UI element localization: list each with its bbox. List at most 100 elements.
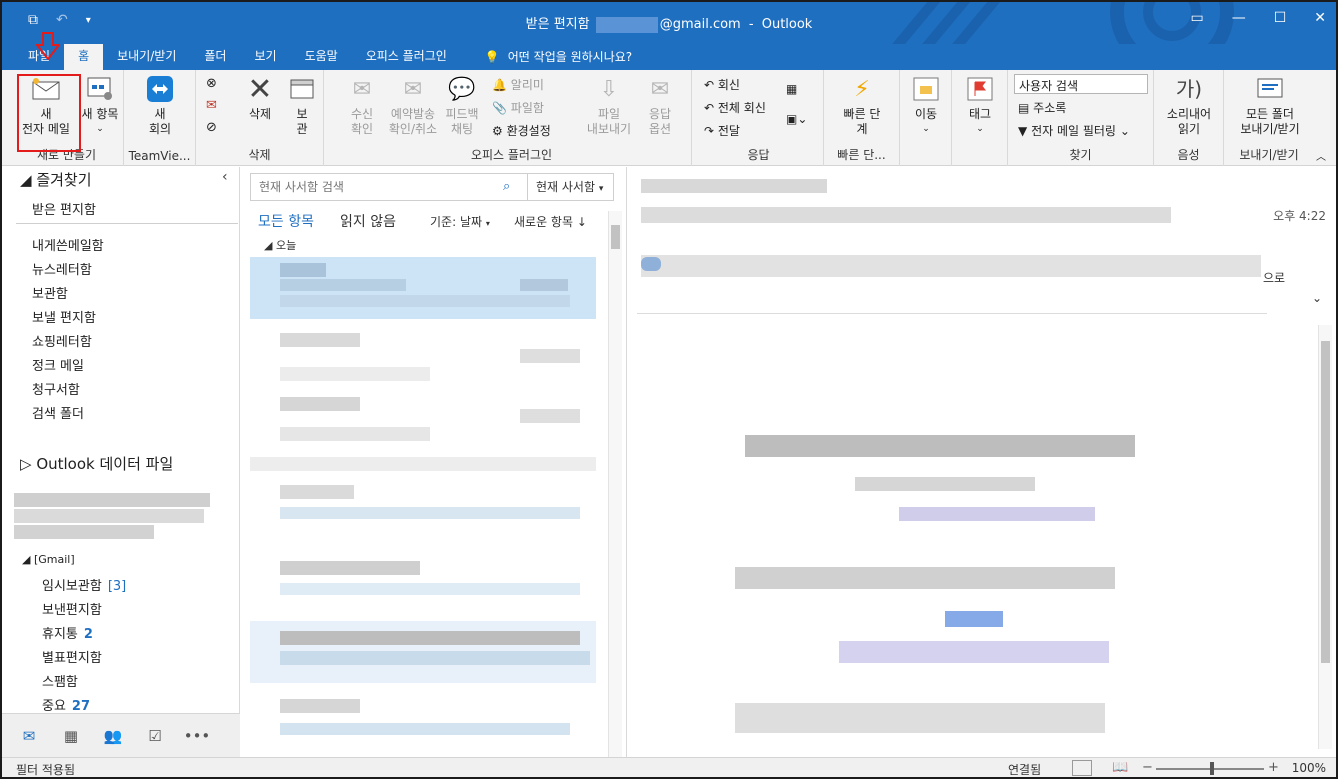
zoom-in-icon[interactable]: +: [1268, 760, 1279, 775]
ribbon-display-icon[interactable]: ▭: [1190, 10, 1203, 26]
collapse-ribbon-icon[interactable]: ︿: [1316, 148, 1326, 163]
reply-options-button[interactable]: ✉ 응답 옵션: [636, 74, 684, 137]
mail-icon[interactable]: ✉: [8, 727, 50, 745]
scroll-thumb[interactable]: [1321, 341, 1330, 663]
receipt-button[interactable]: ✉ 수신 확인: [340, 74, 384, 137]
folder-item[interactable]: 보관함: [32, 283, 68, 302]
folder-item[interactable]: 청구서함: [32, 379, 80, 398]
outlook-data-file[interactable]: ▷ Outlook 데이터 파일: [20, 453, 173, 474]
new-items-button[interactable]: 새 항목 ⌄: [78, 74, 122, 137]
new-meeting-label-1: 새: [154, 107, 166, 121]
attach-box-button[interactable]: 📎 파일함: [492, 99, 544, 116]
new-meeting-button[interactable]: 새 회의: [138, 74, 182, 137]
filter-all[interactable]: 모든 항목: [258, 211, 314, 231]
schedule-send-button[interactable]: ✉ 예약발송 확인/취소: [384, 74, 442, 137]
collapse-pane-icon[interactable]: ‹: [222, 169, 228, 185]
minimize-icon[interactable]: —: [1232, 10, 1246, 26]
filter-email-button[interactable]: ▼ 전자 메일 필터링 ⌄: [1018, 122, 1130, 139]
tab-home[interactable]: 홈: [64, 44, 104, 70]
message-row[interactable]: [250, 555, 596, 617]
meeting-reply-icon[interactable]: ▦: [786, 82, 797, 96]
favorites-header[interactable]: ◢ 즐겨찾기: [20, 169, 92, 190]
search-input[interactable]: [259, 179, 499, 195]
reply-all-button[interactable]: ↶ 전체 회신: [704, 99, 766, 116]
folder-item[interactable]: 내게쓴메일함: [32, 235, 104, 254]
group-header-today[interactable]: ◢ 오늘: [264, 237, 296, 253]
redacted-account: [14, 493, 210, 507]
message-row[interactable]: [250, 479, 596, 541]
ignore-icon[interactable]: ⊗: [206, 76, 217, 91]
more-respond-icon[interactable]: ▣⌄: [786, 112, 807, 126]
calendar-icon[interactable]: ▦: [50, 727, 92, 745]
zoom-slider-thumb[interactable]: [1210, 762, 1214, 775]
forward-button[interactable]: ↷ 전달: [704, 122, 740, 139]
send-receive-icon: [1254, 74, 1286, 104]
send-receive-all-button[interactable]: 모든 폴더 보내기/받기: [1228, 74, 1312, 137]
close-icon[interactable]: ✕: [1314, 10, 1326, 26]
delete-button[interactable]: ✕ 삭제: [240, 74, 280, 122]
gmail-folder-item[interactable]: 보낸편지함: [42, 599, 102, 618]
delete-x-icon: ✕: [247, 71, 273, 107]
more-icon[interactable]: •••: [176, 727, 218, 745]
folder-inbox[interactable]: 받은 편지함: [32, 199, 96, 218]
gmail-folder-item[interactable]: 휴지통 2: [42, 623, 93, 642]
archive-button[interactable]: 보 관: [284, 74, 320, 137]
message-row[interactable]: [250, 621, 596, 683]
normal-view-icon[interactable]: [1072, 760, 1092, 776]
group-send-receive: 모든 폴더 보내기/받기 보내기/받기: [1224, 70, 1314, 166]
read-aloud-button[interactable]: 가) 소리내어 읽기: [1162, 74, 1216, 137]
tasks-icon[interactable]: ☑: [134, 727, 176, 745]
expand-header-icon[interactable]: ⌄: [1312, 291, 1322, 305]
tab-office-plugin[interactable]: 오피스 플러그인: [352, 44, 461, 70]
cleanup-icon[interactable]: ✉: [206, 98, 217, 113]
search-people-input[interactable]: 사용자 검색: [1014, 74, 1148, 94]
people-icon[interactable]: 👥: [92, 727, 134, 745]
tab-folder[interactable]: 폴더: [190, 44, 240, 70]
filter-unread[interactable]: 읽지 않음: [340, 211, 396, 231]
restore-icon[interactable]: ☐: [1274, 10, 1287, 26]
address-book-button[interactable]: ▤ 주소록: [1018, 99, 1066, 116]
gmail-folder-item[interactable]: 임시보관함 [3]: [42, 575, 126, 594]
folder-item[interactable]: 쇼핑레터함: [32, 331, 92, 350]
settings-button[interactable]: ⚙ 환경설정: [492, 122, 551, 139]
reading-view-icon[interactable]: 📖: [1112, 760, 1132, 776]
gmail-folder[interactable]: ◢ [Gmail]: [22, 553, 75, 566]
tab-help[interactable]: 도움말: [291, 44, 352, 70]
gear-icon: ⚙: [492, 124, 503, 138]
scroll-thumb[interactable]: [611, 225, 620, 249]
file-export-button[interactable]: ⇩ 파일 내보내기: [582, 74, 636, 137]
message-row[interactable]: [250, 257, 596, 319]
tags-button[interactable]: 태그 ⌄: [960, 74, 1000, 137]
reply-button[interactable]: ↶ 회신: [704, 76, 740, 93]
message-row[interactable]: [250, 391, 596, 453]
gmail-folder-item[interactable]: 스팸함: [42, 671, 78, 690]
folder-item[interactable]: 정크 메일: [32, 355, 84, 374]
tab-send-receive[interactable]: 보내기/받기: [103, 44, 190, 70]
sort-order[interactable]: 새로운 항목 ↓: [514, 213, 587, 230]
tags-dropdown-icon: ⌄: [976, 124, 984, 134]
zoom-level[interactable]: 100%: [1292, 761, 1326, 775]
search-icon[interactable]: ⌕: [503, 179, 510, 194]
search-scope-dropdown[interactable]: 현재 사서함 ▾: [527, 174, 615, 200]
feedback-label-2: 채팅: [450, 122, 474, 136]
folder-item[interactable]: 보낼 편지함: [32, 307, 96, 326]
tab-view[interactable]: 보기: [240, 44, 290, 70]
flag-icon: [964, 74, 996, 104]
feedback-chat-button[interactable]: 💬 피드백 채팅: [442, 74, 482, 137]
tell-me-box[interactable]: 💡 어떤 작업을 원하시나요?: [471, 44, 646, 70]
quick-steps-button[interactable]: ⚡ 빠른 단 계: [836, 74, 888, 137]
zoom-out-icon[interactable]: −: [1142, 760, 1153, 775]
junk-icon[interactable]: ⊘: [206, 120, 217, 135]
group-quick-steps-label: 빠른 단...: [837, 148, 886, 162]
gmail-folder-item[interactable]: 별표편지함: [42, 647, 102, 666]
reading-pane-scrollbar[interactable]: [1318, 325, 1332, 749]
message-list-scrollbar[interactable]: [608, 211, 622, 757]
folder-item[interactable]: 검색 폴더: [32, 403, 84, 422]
sort-by-date[interactable]: 기준: 날짜 ▾: [430, 213, 490, 230]
gmail-folder-item[interactable]: 중요 27: [42, 695, 90, 714]
move-button[interactable]: 이동 ⌄: [906, 74, 946, 137]
message-row[interactable]: [250, 693, 596, 755]
folder-item[interactable]: 뉴스레터함: [32, 259, 92, 278]
message-row[interactable]: [250, 327, 596, 389]
notify-button[interactable]: 🔔 알리미: [492, 76, 544, 93]
